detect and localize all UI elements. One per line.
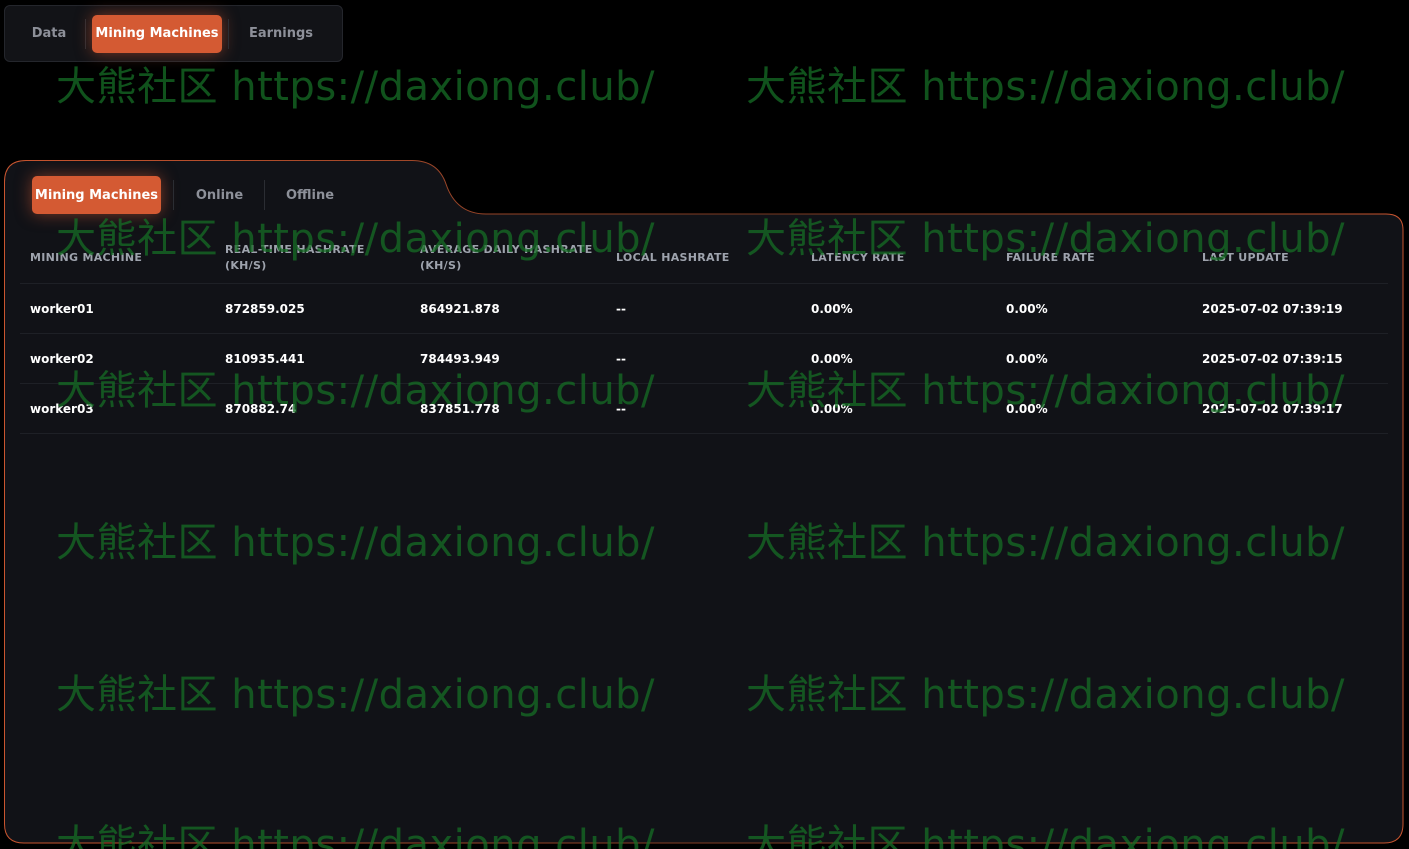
cell-machine: worker03: [30, 401, 94, 416]
header-local-hashrate: LOCAL HASHRATE: [616, 250, 730, 264]
cell-realtime: 870882.74: [225, 401, 297, 416]
cell-local: --: [616, 301, 626, 316]
header-average-hashrate: AVERAGE DAILY HASHRATE (KH/S): [410, 242, 606, 274]
main-tab-bar: Data Mining Machines Earnings: [4, 5, 343, 62]
header-average-label: AVERAGE DAILY HASHRATE: [420, 242, 593, 256]
filter-tab-online[interactable]: Online: [175, 176, 264, 214]
mining-machines-panel: Mining Machines Online Offline MINING MA…: [4, 160, 1404, 844]
table-header: MINING MACHINE REAL-TIME HASHRATE (KH/S)…: [20, 232, 1388, 284]
table-row[interactable]: worker02 810935.441 784493.949 -- 0.00% …: [20, 334, 1388, 384]
cell-average: 837851.778: [420, 401, 500, 416]
cell-local: --: [616, 351, 626, 366]
cell-machine: worker02: [30, 351, 94, 366]
cell-failure: 0.00%: [1006, 401, 1048, 416]
header-failure-rate: FAILURE RATE: [1006, 250, 1095, 264]
cell-failure: 0.00%: [1006, 351, 1048, 366]
filter-tab-offline[interactable]: Offline: [265, 176, 355, 214]
tab-earnings[interactable]: Earnings: [229, 15, 333, 53]
cell-realtime: 872859.025: [225, 301, 305, 316]
cell-average: 864921.878: [420, 301, 500, 316]
header-realtime-unit: (KH/S): [225, 258, 267, 272]
cell-latency: 0.00%: [811, 351, 853, 366]
tab-divider: [173, 180, 174, 210]
watermark-text: 大熊社区 https://daxiong.club/: [746, 64, 1346, 110]
watermark-text: 大熊社区 https://daxiong.club/: [56, 64, 656, 110]
cell-last-update: 2025-07-02 07:39:17: [1202, 401, 1343, 416]
cell-latency: 0.00%: [811, 301, 853, 316]
mining-machines-table: MINING MACHINE REAL-TIME HASHRATE (KH/S)…: [20, 232, 1388, 434]
tab-mining-machines[interactable]: Mining Machines: [92, 14, 222, 53]
filter-tab-all[interactable]: Mining Machines: [32, 176, 161, 214]
table-row[interactable]: worker01 872859.025 864921.878 -- 0.00% …: [20, 284, 1388, 334]
cell-latency: 0.00%: [811, 401, 853, 416]
header-last-update: LAST UPDATE: [1202, 250, 1289, 264]
cell-average: 784493.949: [420, 351, 500, 366]
cell-failure: 0.00%: [1006, 301, 1048, 316]
cell-realtime: 810935.441: [225, 351, 305, 366]
tab-divider: [85, 18, 86, 49]
tab-data[interactable]: Data: [13, 15, 85, 53]
cell-local: --: [616, 401, 626, 416]
table-row[interactable]: worker03 870882.74 837851.778 -- 0.00% 0…: [20, 384, 1388, 434]
cell-last-update: 2025-07-02 07:39:19: [1202, 301, 1343, 316]
header-realtime-hashrate: REAL-TIME HASHRATE (KH/S): [215, 242, 410, 274]
machine-filter-tabs: Mining Machines Online Offline: [32, 176, 355, 214]
header-average-unit: (KH/S): [420, 258, 462, 272]
header-realtime-label: REAL-TIME HASHRATE: [225, 242, 365, 256]
header-latency-rate: LATENCY RATE: [811, 250, 905, 264]
cell-machine: worker01: [30, 301, 94, 316]
header-mining-machine: MINING MACHINE: [30, 250, 143, 264]
cell-last-update: 2025-07-02 07:39:15: [1202, 351, 1343, 366]
